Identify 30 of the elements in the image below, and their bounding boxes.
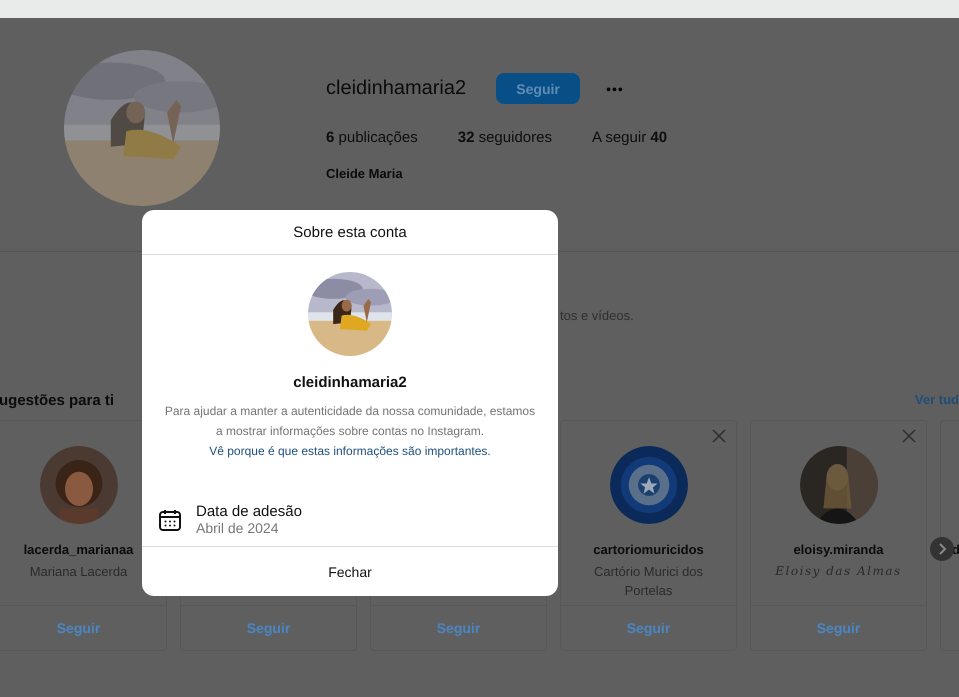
dialog-username: cleidinhamaria2 [293, 374, 407, 391]
profile-stat: A seguir 40 [592, 129, 668, 146]
suggestion-username[interactable]: eloisy.miranda [793, 542, 884, 557]
detail-value: Abril de 2024 [196, 520, 280, 536]
calendar-icon [158, 508, 182, 532]
follow-button[interactable]: Seguir [371, 605, 546, 650]
follow-button[interactable]: Seguir [496, 73, 580, 104]
learn-more-link[interactable]: Vê porque é que estas informações são importantes. [209, 444, 491, 458]
suggestion-username[interactable]: lacerda_marianaa [24, 542, 134, 557]
profile-stat: 32 seguidores [458, 129, 552, 146]
account-notice: Para ajudar a manter a autenticidade da nossa comunidade, estamos a mostrar informações sobre contas no Instagram. Vê porque é que estas informações são importantes. [164, 403, 536, 460]
suggestions-title: ugestões para ti [0, 392, 114, 411]
dismiss-button[interactable] [712, 429, 726, 443]
follow-button[interactable]: Seguir [751, 605, 926, 650]
follow-button[interactable]: Seguir [181, 605, 356, 650]
profile-username: cleidinhamaria2 [326, 77, 466, 100]
profile-name: Cleide Maria [326, 166, 404, 181]
chevron-right-icon [937, 543, 947, 555]
suggestion-username[interactable]: cartoriomuricidos [593, 542, 704, 557]
close-button[interactable]: Fechar [142, 546, 558, 596]
dialog-title: Sobre esta conta [293, 224, 407, 240]
detail-label: Data de adesão [196, 503, 302, 520]
follow-button[interactable]: Seguir [561, 605, 736, 650]
profile-stat: 6 publicações [326, 129, 418, 146]
next-button[interactable] [930, 537, 954, 561]
close-icon [902, 429, 916, 443]
more-button[interactable]: ••• [606, 80, 624, 96]
dismiss-button[interactable] [902, 429, 916, 443]
follow-button[interactable]: Seguir [0, 605, 166, 650]
close-icon [712, 429, 726, 443]
